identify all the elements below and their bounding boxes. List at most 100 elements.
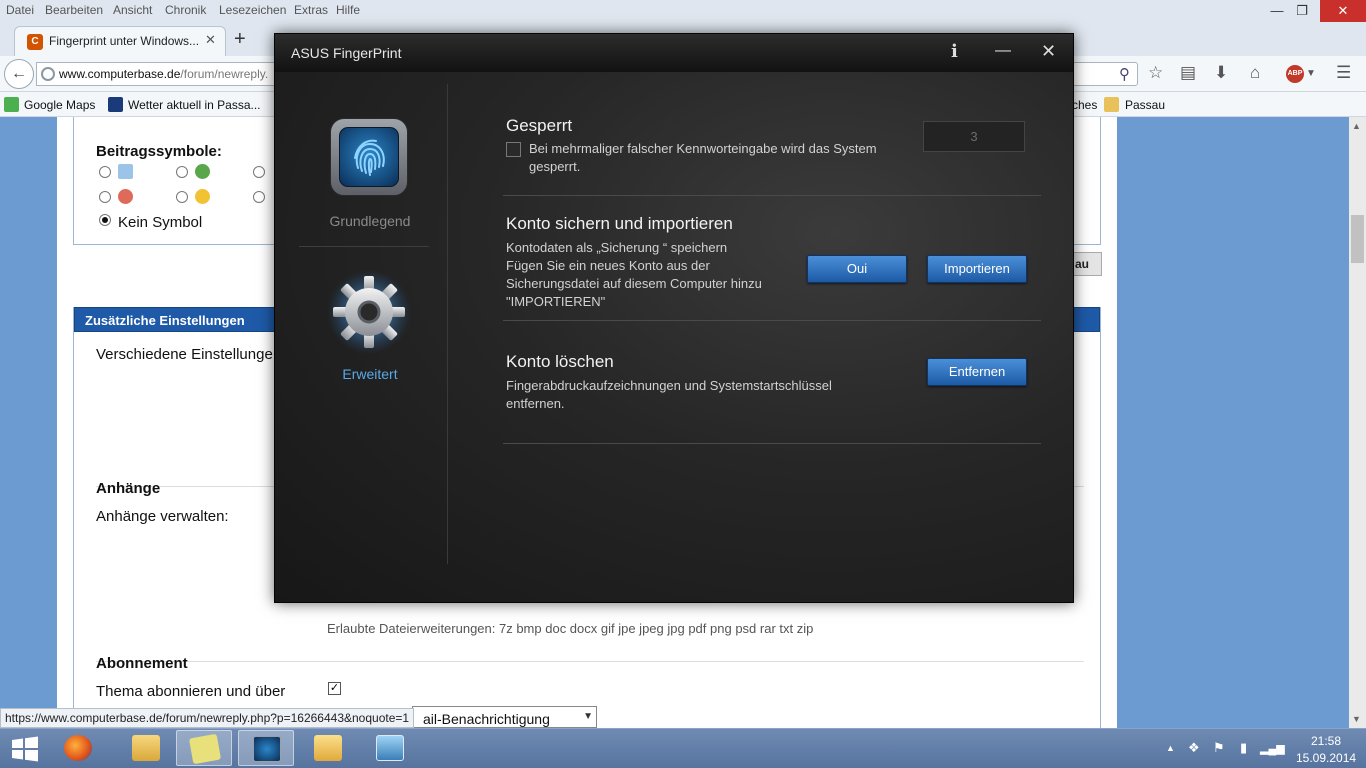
symbol-radio-5[interactable]: [176, 191, 188, 203]
window-icon: [132, 735, 160, 761]
fingerprint-icon: [253, 736, 281, 762]
scrollbar[interactable]: [1349, 117, 1366, 728]
weather-icon: [108, 97, 123, 112]
arrow-left-icon: ←: [11, 65, 27, 82]
symbol-radio-4[interactable]: [99, 191, 111, 203]
taskbar-explorer-window[interactable]: [118, 730, 174, 766]
lock-attempts-input[interactable]: 3: [923, 121, 1025, 152]
chevron-down-icon[interactable]: ▼: [1306, 68, 1316, 79]
gear-icon[interactable]: [327, 270, 411, 354]
remove-button[interactable]: Entfernen: [927, 358, 1027, 386]
back-button[interactable]: ←: [4, 59, 34, 89]
tab-close-icon[interactable]: ✕: [205, 32, 216, 48]
notification-select[interactable]: ail-Benachrichtigung ▼: [412, 706, 597, 728]
scroll-down-icon[interactable]: ▼: [1352, 714, 1361, 724]
backup-section-title: Konto sichern und importieren: [506, 214, 733, 233]
taskbar-file-explorer[interactable]: [300, 730, 356, 766]
download-icon[interactable]: ⬇: [1214, 63, 1228, 83]
taskbar-firefox[interactable]: [50, 730, 106, 766]
computerbase-favicon-icon: C: [27, 34, 43, 50]
google-maps-icon: [4, 97, 19, 112]
smiley-icon: [195, 189, 210, 204]
battery-icon[interactable]: ▮: [1240, 740, 1247, 756]
window-restore-button[interactable]: ❐: [1280, 0, 1324, 22]
subscribe-label: Thema abonnieren und über: [96, 683, 286, 700]
attachments-manage-label: Anhänge verwalten:: [96, 508, 229, 525]
bookmark-partial[interactable]: ches: [1072, 98, 1097, 112]
tray-chevron-up-icon[interactable]: ▲: [1166, 743, 1175, 753]
taskbar-sticky-notes[interactable]: [176, 730, 232, 766]
lock-section-title: Gesperrt: [506, 116, 573, 135]
import-button[interactable]: Importieren: [927, 255, 1027, 283]
misc-settings-label: Verschiedene Einstellunge: [96, 346, 273, 363]
symbol-radio-3[interactable]: [253, 166, 265, 178]
scroll-up-icon[interactable]: ▲: [1352, 121, 1361, 131]
reading-list-icon[interactable]: ▤: [1180, 63, 1196, 83]
page-background-left: [0, 117, 57, 728]
scrollbar-thumb[interactable]: [1351, 215, 1364, 263]
menu-chronik[interactable]: Chronik: [165, 3, 206, 17]
clock-date[interactable]: 15.09.2014: [1296, 751, 1356, 765]
sticky-notes-icon: [188, 733, 222, 765]
minimize-icon[interactable]: —: [995, 42, 1011, 60]
window-close-button[interactable]: ✕: [1320, 0, 1366, 22]
folder-icon: [314, 735, 342, 761]
subscription-title: Abonnement: [96, 655, 188, 672]
no-symbol-radio[interactable]: [99, 214, 111, 226]
bookmark-wetter[interactable]: Wetter aktuell in Passa...: [128, 98, 261, 112]
backup-line3: Sicherungsdatei auf diesem Computer hinz…: [506, 276, 762, 291]
symbol-radio-1[interactable]: [99, 166, 111, 178]
delete-line2: entfernen.: [506, 396, 565, 411]
nav-basic-label[interactable]: Grundlegend: [275, 213, 465, 229]
nav-advanced-label[interactable]: Erweitert: [275, 366, 465, 382]
page-background-right: [1117, 117, 1349, 728]
backup-line2: Fügen Sie ein neues Konto aus der: [506, 258, 710, 273]
no-symbol-label: Kein Symbol: [118, 214, 203, 231]
nav-basic-button[interactable]: [330, 118, 408, 196]
lock-description-line2: gesperrt.: [529, 159, 581, 174]
menu-ansicht[interactable]: Ansicht: [113, 3, 152, 17]
star-icon[interactable]: ☆: [1148, 63, 1163, 83]
delete-section-title: Konto löschen: [506, 352, 614, 371]
clock-time[interactable]: 21:58: [1296, 734, 1356, 748]
menu-lesezeichen[interactable]: Lesezeichen: [219, 3, 286, 17]
taskbar-asus-fingerprint[interactable]: [238, 730, 294, 766]
angry-smiley-icon: [118, 189, 133, 204]
hamburger-menu-icon[interactable]: ☰: [1336, 63, 1351, 83]
bookmark-passau[interactable]: Passau: [1125, 98, 1165, 112]
close-icon[interactable]: ✕: [1041, 41, 1056, 62]
adblock-plus-icon[interactable]: ABP: [1286, 65, 1304, 83]
windows-start-icon[interactable]: [10, 736, 40, 762]
symbol-radio-6[interactable]: [253, 191, 265, 203]
menu-datei[interactable]: Datei: [6, 3, 34, 17]
browser-tab[interactable]: C Fingerprint unter Windows... ✕: [14, 26, 226, 56]
globe-icon: [41, 67, 55, 81]
chevron-down-icon: ▼: [583, 711, 593, 722]
signal-icon[interactable]: ▂▄▆: [1260, 742, 1285, 755]
sidebar-separator: [299, 246, 429, 247]
dialog-titlebar[interactable]: ASUS FingerPrint i — ✕: [275, 34, 1073, 72]
dropbox-icon[interactable]: ❖: [1188, 740, 1200, 756]
dialog-title: ASUS FingerPrint: [291, 45, 402, 61]
menu-extras[interactable]: Extras: [294, 3, 328, 17]
new-tab-icon[interactable]: +: [234, 28, 246, 51]
section-separator: [503, 443, 1041, 444]
info-icon[interactable]: i: [951, 41, 958, 62]
lock-checkbox[interactable]: [506, 142, 521, 157]
home-icon[interactable]: ⌂: [1250, 63, 1260, 83]
menu-bar: Datei Bearbeiten Ansicht Chronik Lesezei…: [0, 0, 1366, 22]
url-text[interactable]: www.computerbase.de/forum/newreply.: [59, 67, 268, 81]
taskbar-photos[interactable]: [362, 730, 418, 766]
divider: [96, 661, 1084, 662]
menu-bearbeiten[interactable]: Bearbeiten: [45, 3, 103, 17]
partial-button[interactable]: au: [1072, 252, 1102, 276]
asus-fingerprint-dialog: ASUS FingerPrint i — ✕ Grundlegend Erwei…: [274, 33, 1074, 603]
search-icon[interactable]: ⚲: [1119, 65, 1130, 83]
bookmark-google-maps[interactable]: Google Maps: [24, 98, 95, 112]
symbol-radio-2[interactable]: [176, 166, 188, 178]
subscribe-checkbox[interactable]: ✓: [328, 682, 341, 695]
flag-icon[interactable]: ⚑: [1213, 740, 1225, 756]
menu-hilfe[interactable]: Hilfe: [336, 3, 360, 17]
arrow-symbol-icon: [195, 164, 210, 179]
backup-ok-button[interactable]: Oui: [807, 255, 907, 283]
